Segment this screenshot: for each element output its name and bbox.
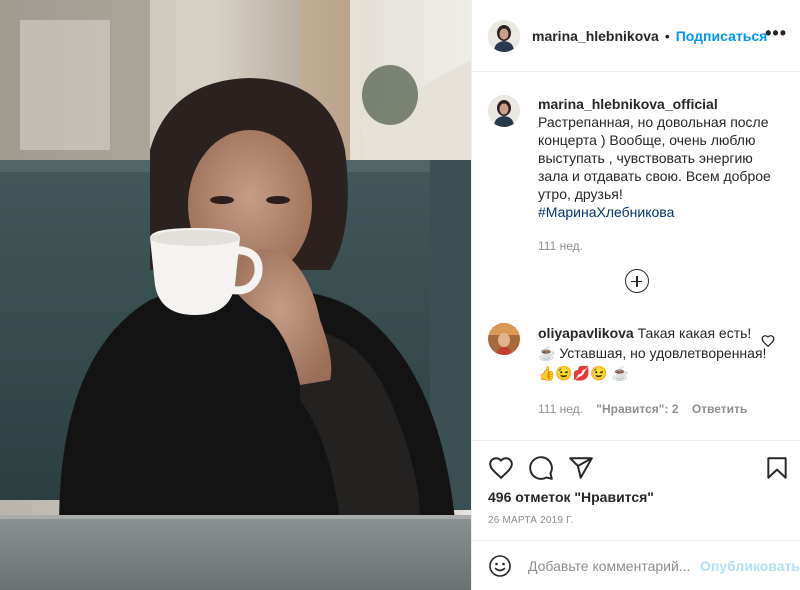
more-options-icon[interactable]: •••: [765, 24, 787, 42]
caption-text: Растрепанная, но довольная после концерт…: [538, 114, 771, 202]
post-date[interactable]: 26 марта 2019 г.: [488, 515, 574, 526]
smiley-icon[interactable]: [488, 554, 512, 578]
publish-button[interactable]: Опубликовать: [700, 558, 800, 574]
post-image[interactable]: [0, 0, 471, 590]
comment-meta: 111 нед. "Нравится": 2 Ответить: [538, 399, 768, 419]
bookmark-icon[interactable]: [764, 455, 790, 481]
commenter-avatar[interactable]: [488, 323, 520, 355]
caption-author-link[interactable]: marina_hlebnikova_official: [538, 95, 778, 113]
comment-bubble-icon[interactable]: [528, 455, 554, 481]
author-username-link[interactable]: marina_hlebnikova: [532, 28, 659, 44]
action-icons-row: [488, 455, 788, 481]
comment-input[interactable]: Добавьте комментарий...: [528, 558, 696, 574]
heart-icon[interactable]: [488, 455, 514, 481]
author-avatar[interactable]: [488, 19, 520, 52]
comments-section: marina_hlebnikova_official Растрепанная,…: [472, 73, 800, 440]
caption-timestamp[interactable]: 111 нед.: [538, 237, 778, 255]
plus-circle-icon[interactable]: [625, 269, 649, 293]
likes-count[interactable]: 496 отметок "Нравится": [488, 489, 654, 505]
post-caption: marina_hlebnikova_official Растрепанная,…: [488, 95, 788, 255]
commenter-username-link[interactable]: oliyapavlikova: [538, 325, 634, 341]
hashtag-link[interactable]: #МаринаХлебникова: [538, 203, 778, 221]
post-sidebar: marina_hlebnikova • Подписаться ••• mari…: [471, 0, 800, 590]
comment-timestamp[interactable]: 111 нед.: [538, 402, 583, 416]
post-actions: 496 отметок "Нравится" 26 марта 2019 г.: [472, 440, 800, 540]
caption-body: marina_hlebnikova_official Растрепанная,…: [538, 95, 778, 255]
comment-heart-icon[interactable]: [761, 334, 775, 348]
comment-likes-count[interactable]: "Нравится": 2: [596, 402, 678, 416]
separator-dot: •: [664, 27, 670, 44]
reply-button[interactable]: Ответить: [692, 402, 747, 416]
caption-author-avatar[interactable]: [488, 95, 520, 127]
avatar-image: [488, 19, 520, 52]
comment-item: oliyapavlikova Такая какая есть! ☕ Устав…: [488, 323, 788, 419]
comment-body: oliyapavlikova Такая какая есть! ☕ Устав…: [538, 323, 768, 419]
avatar-image: [488, 95, 520, 127]
post-header: marina_hlebnikova • Подписаться •••: [472, 0, 800, 72]
add-comment-bar: Добавьте комментарий... Опубликовать: [472, 540, 800, 590]
post-photo-illustration: [0, 0, 471, 590]
paper-plane-icon[interactable]: [568, 455, 594, 481]
follow-button[interactable]: Подписаться: [676, 28, 768, 44]
avatar-image: [488, 323, 520, 355]
